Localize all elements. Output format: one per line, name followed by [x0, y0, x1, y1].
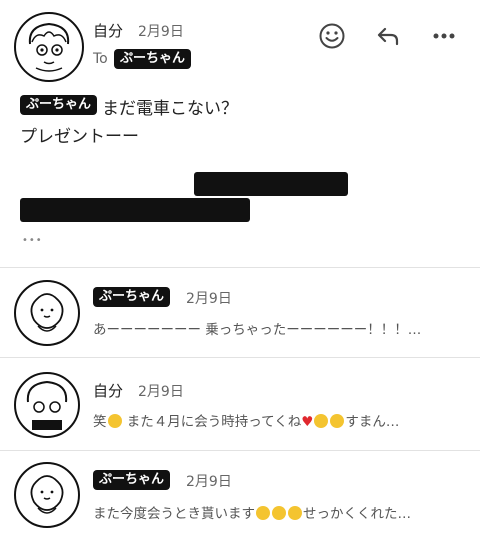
- kissing-face-icon: [107, 414, 122, 428]
- avatar-drawing-icon: [30, 475, 64, 514]
- message-date: 2月9日: [186, 291, 232, 307]
- preview-text: また今度会うとき貰います: [93, 506, 255, 522]
- preview-text: すまん…: [345, 414, 400, 430]
- message-preview[interactable]: あーーーーーーー 乗っちゃったーーーーーー！！！…: [93, 318, 421, 338]
- kissing-face-icon: [314, 414, 329, 428]
- to-label: To: [93, 51, 108, 67]
- smiley-icon: [319, 23, 345, 49]
- kissing-face-icon: [330, 414, 345, 428]
- red-heart-icon: ♥: [301, 414, 314, 430]
- message-date: 2月9日: [186, 474, 232, 490]
- divider: [0, 450, 480, 451]
- avatar-self[interactable]: [14, 12, 84, 82]
- preview-text: せっかくくれた…: [303, 506, 411, 522]
- redaction-bar: [194, 172, 348, 196]
- sender-tag: ぷーちゃん: [93, 287, 171, 307]
- crying-face-icon: [272, 506, 286, 520]
- avatar-contact[interactable]: [14, 280, 80, 346]
- avatar-drawing-icon: [26, 380, 68, 430]
- redaction-bar: [20, 198, 250, 222]
- preview-text: また４月に会う時持ってくね: [122, 414, 302, 430]
- emoji-reaction-button[interactable]: [314, 18, 350, 54]
- sender-name: 自分: [93, 382, 124, 400]
- message-preview[interactable]: また今度会うとき貰います せっかくくれた…: [93, 502, 411, 522]
- crying-face-icon: [288, 506, 302, 520]
- body-line-1: まだ電車こない？: [102, 99, 238, 119]
- message-date: 2月9日: [138, 384, 184, 400]
- expand-quoted-button[interactable]: •••: [22, 235, 43, 246]
- sender-tag: ぷーちゃん: [93, 470, 171, 490]
- preview-text: 笑: [93, 414, 107, 430]
- avatar-drawing-icon: [30, 293, 64, 332]
- sender-name: 自分: [93, 22, 124, 40]
- avatar-drawing-icon: [28, 22, 70, 72]
- body-mention-tag: ぷーちゃん: [20, 95, 98, 115]
- divider: [0, 357, 480, 358]
- more-options-button[interactable]: [426, 18, 462, 54]
- reply-button[interactable]: [370, 18, 406, 54]
- reply-arrow-icon: [377, 27, 399, 46]
- body-line-2: プレゼントーー: [20, 127, 139, 147]
- avatar-self[interactable]: [14, 372, 80, 438]
- more-dots-icon: [433, 33, 455, 39]
- recipient-tag[interactable]: ぷーちゃん: [114, 49, 192, 69]
- message-date: 2月9日: [138, 24, 184, 40]
- message-preview[interactable]: 笑 また４月に会う時持ってくね♥ すまん…: [93, 410, 399, 430]
- avatar-contact[interactable]: [14, 462, 80, 528]
- crying-face-icon: [256, 506, 270, 520]
- divider: [0, 267, 480, 268]
